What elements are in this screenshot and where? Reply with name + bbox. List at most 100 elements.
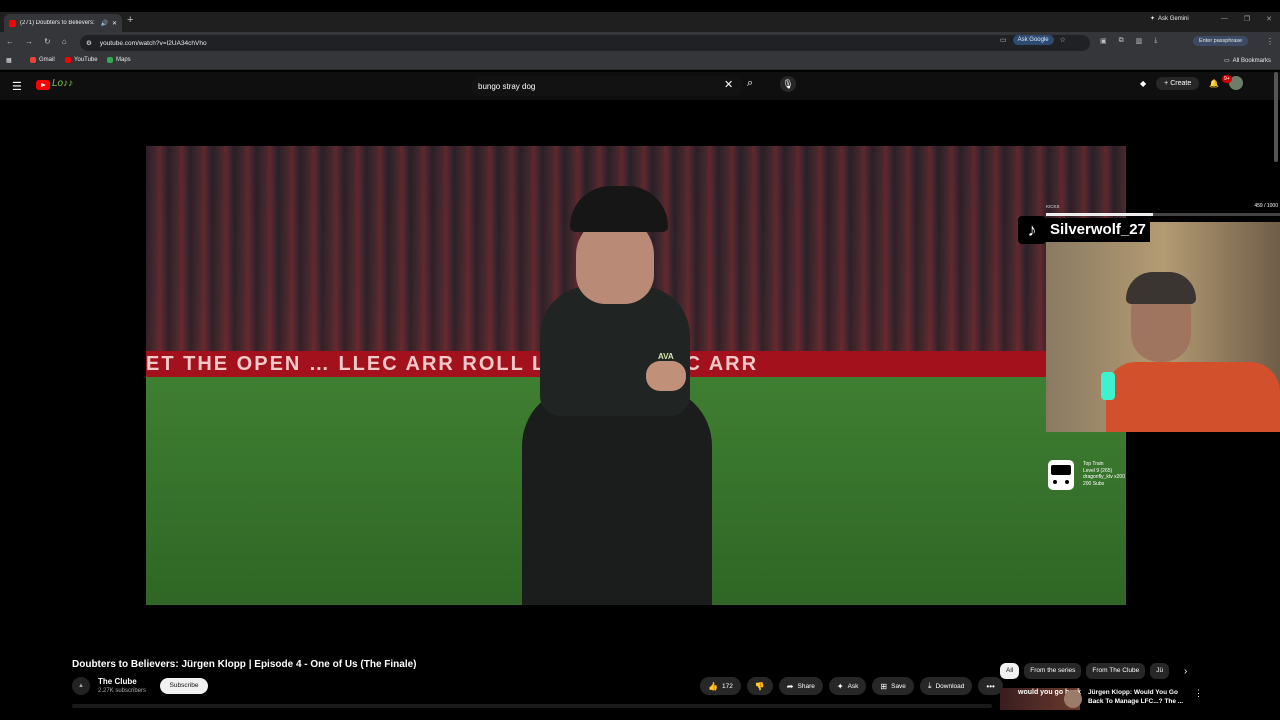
maps-icon <box>107 57 113 63</box>
chip-from-channel[interactable]: From The Clube <box>1086 663 1146 679</box>
folder-icon: ▭ <box>1224 58 1230 64</box>
led-light <box>1101 372 1115 400</box>
tab-title: (271) Doubters to Believers: <box>20 20 95 26</box>
youtube-doodle[interactable]: Lo♪♪ <box>52 78 73 89</box>
subscriber-count: 2.27K subscribers <box>98 688 147 694</box>
omnibox-actions: ▭ Ask Google ☆ <box>1000 35 1066 45</box>
apps-icon[interactable]: ▦ <box>6 57 12 64</box>
train-user: dragonfly_ktv x200 <box>1083 474 1125 480</box>
browser-toolbar: ← → ↻ ⌂ ⚙ youtube.com/watch?v=I2UA34chVh… <box>0 32 1280 54</box>
save-icon: ⊞ <box>880 681 888 691</box>
youtube-logo-icon[interactable] <box>36 80 50 90</box>
dislike-button[interactable]: 👎 <box>746 677 773 695</box>
save-label: Save <box>891 682 906 690</box>
streamer-hat <box>1126 272 1196 304</box>
browser-menu-icon[interactable]: ⋮ <box>1266 37 1274 46</box>
window-controls: — ❐ ✕ <box>1221 15 1272 23</box>
nav-buttons: ← → ↻ ⌂ <box>6 37 67 46</box>
train-icon <box>1048 460 1074 490</box>
puzzle-icon[interactable]: ⧉ <box>1119 37 1124 45</box>
audio-icon[interactable]: 🔊 <box>100 20 107 27</box>
address-bar[interactable]: ⚙ youtube.com/watch?v=I2UA34chVho <box>80 35 1090 51</box>
chip-all[interactable]: All <box>1000 663 1020 679</box>
microphone-icon[interactable]: 🎙 <box>780 76 796 92</box>
bookmark-label: Maps <box>116 57 131 63</box>
reco-title[interactable]: Jürgen Klopp: Would You Go Back To Manag… <box>1088 689 1188 706</box>
close-window-icon[interactable]: ✕ <box>1266 15 1272 23</box>
chip-from-series[interactable]: From the series <box>1024 663 1082 679</box>
back-icon[interactable]: ← <box>6 37 14 46</box>
passphrase-button[interactable]: Enter passphrase <box>1193 36 1249 46</box>
search-icon[interactable]: ⌕ <box>747 77 753 90</box>
page-scrollbar[interactable] <box>1274 72 1278 162</box>
chip-truncated[interactable]: Jü <box>1150 663 1170 679</box>
bookmark-maps[interactable]: Maps <box>107 57 131 63</box>
kicks-count: 459 / 1000 <box>1254 203 1278 209</box>
tiktok-username: Silverwolf_27 <box>1046 218 1150 242</box>
notifications-icon[interactable]: 🔔 <box>1209 79 1219 88</box>
browser-tab[interactable]: (271) Doubters to Believers: 🔊 ✕ <box>4 14 122 32</box>
all-bookmarks[interactable]: ▭ All Bookmarks <box>1224 57 1271 65</box>
download-label: Download <box>935 682 965 690</box>
sidepanel-icon[interactable]: ▥ <box>1136 37 1143 45</box>
channel-name[interactable]: The Clube <box>98 677 137 686</box>
cast-icon[interactable]: ▭ <box>1000 36 1007 44</box>
thumbs-up-icon: 👍 <box>708 681 718 691</box>
forward-icon[interactable]: → <box>25 37 33 46</box>
video-player[interactable]: ET THE OPEN … LLEC ARR ROLL LEC ARR LLEC… <box>146 146 1126 605</box>
menu-icon[interactable]: ☰ <box>12 80 22 93</box>
reload-icon[interactable]: ↻ <box>44 37 51 46</box>
youtube-favicon-icon <box>9 19 16 27</box>
close-tab-icon[interactable]: ✕ <box>112 20 117 27</box>
jacket <box>540 286 690 416</box>
kicks-label: KICKS <box>1046 204 1060 209</box>
minimize-icon[interactable]: — <box>1221 15 1228 23</box>
notification-badge: 9+ <box>1222 75 1232 83</box>
like-button[interactable]: 👍 172 <box>700 677 741 695</box>
kicks-goal-bar: KICKS 459 / 1000 <box>1046 200 1280 220</box>
kit-sponsor: AVA <box>658 352 674 361</box>
webcam-overlay <box>1046 222 1280 432</box>
youtube-icon <box>65 57 71 63</box>
reco-more-icon[interactable]: ⋮ <box>1194 688 1203 699</box>
save-button[interactable]: ⊞ Save <box>872 677 914 695</box>
streamer-body <box>1106 362 1280 432</box>
bookmark-gmail[interactable]: Gmail <box>30 57 55 63</box>
restore-icon[interactable]: ❐ <box>1244 15 1250 23</box>
share-button[interactable]: ➦ Share <box>778 677 823 695</box>
train-info: Top Train Level 9 (265) dragonfly_ktv x2… <box>1083 461 1125 487</box>
recommended-video[interactable]: would you go back Jürgen Klopp: Would Yo… <box>1000 688 1203 710</box>
download-tray-icon[interactable]: ⤓ <box>1154 37 1157 45</box>
ask-icon: ✦ <box>836 681 844 691</box>
search-input[interactable]: bungo stray dog <box>471 76 743 96</box>
ask-gemini-button[interactable]: ✦ Ask Gemini <box>1150 15 1189 23</box>
subscribe-button[interactable]: Subscribe <box>160 678 208 694</box>
create-label: Create <box>1170 79 1192 87</box>
clear-search-icon[interactable]: ✕ <box>724 78 733 91</box>
chevron-right-icon[interactable]: › <box>1184 666 1187 677</box>
ask-button[interactable]: ✦ Ask <box>828 677 867 695</box>
youtube-header: ☰ Lo♪♪ bungo stray dog ✕ ⌕ 🎙 ◆ + Create … <box>0 72 1280 100</box>
create-button[interactable]: + Create <box>1156 76 1200 90</box>
url-text: youtube.com/watch?v=I2UA34chVho <box>99 39 207 47</box>
thumbs-down-icon: 👎 <box>754 681 765 691</box>
extension-icon[interactable]: ▣ <box>1100 37 1107 45</box>
bookmarks-bar: ▦ Gmail YouTube Maps ▭ All Bookmarks <box>0 54 1280 70</box>
site-info-icon[interactable]: ⚙ <box>86 39 92 47</box>
hand <box>646 361 686 391</box>
download-icon: ⤓ <box>927 681 932 690</box>
channel-avatar[interactable]: ▲ <box>72 677 90 695</box>
coat <box>522 386 712 605</box>
download-button[interactable]: ⤓ Download <box>919 677 973 695</box>
bookmark-youtube[interactable]: YouTube <box>65 57 98 63</box>
home-icon[interactable]: ⌂ <box>62 37 67 46</box>
train-subs: 200 Subs <box>1083 480 1105 487</box>
bookmark-star-icon[interactable]: ☆ <box>1060 36 1066 44</box>
horizontal-scrollbar[interactable] <box>72 704 992 708</box>
new-tab-button[interactable]: + <box>127 14 133 26</box>
gemini-icon: ✦ <box>1150 16 1156 22</box>
gem-icon[interactable]: ◆ <box>1140 79 1146 88</box>
more-icon: ••• <box>986 681 995 691</box>
ask-google-button[interactable]: Ask Google <box>1012 35 1054 45</box>
kicks-fill <box>1046 213 1154 216</box>
